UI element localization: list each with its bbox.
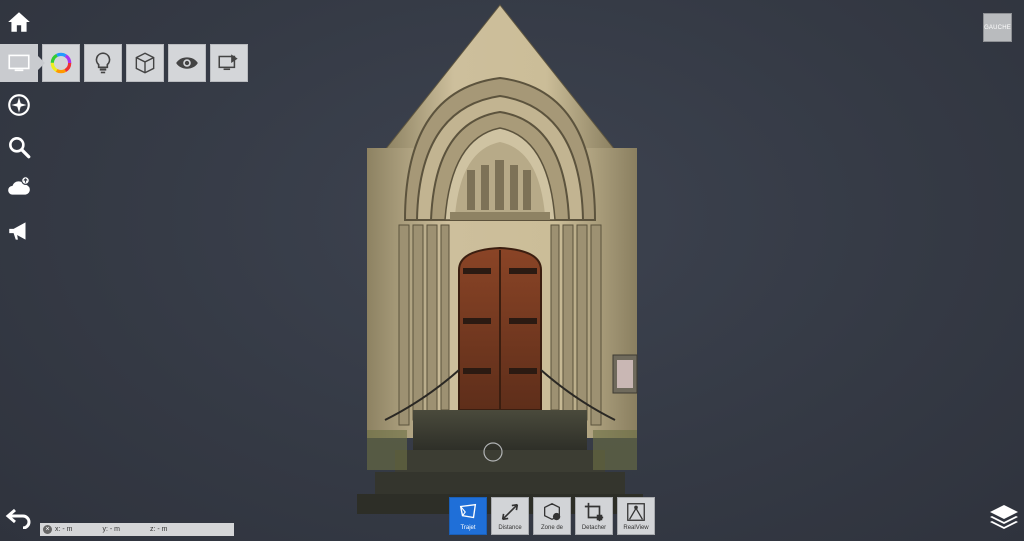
- layers-icon[interactable]: [988, 503, 1020, 529]
- tool-detacher[interactable]: Detacher: [575, 497, 613, 535]
- display-icon: [8, 54, 30, 72]
- tool-label: Zone de: [540, 525, 564, 531]
- tool-label: Detacher: [581, 525, 607, 531]
- tool-label: Distance: [498, 525, 522, 531]
- cloud-upload-button[interactable]: [4, 172, 34, 202]
- back-arrow-icon[interactable]: [5, 505, 33, 529]
- path-icon: [459, 503, 477, 519]
- tool-label: Trajet: [460, 525, 476, 531]
- cube-view-button[interactable]: [126, 44, 164, 82]
- view-orientation-button[interactable]: GAUCHE: [983, 13, 1012, 42]
- coord-y: y: - m: [102, 526, 121, 533]
- lightbulb-icon: [95, 52, 111, 74]
- point-cloud-model[interactable]: [355, 0, 645, 515]
- color-wheel-icon: [50, 52, 72, 74]
- lighting-button[interactable]: [84, 44, 122, 82]
- visibility-button[interactable]: [168, 44, 206, 82]
- screen-export-icon: [218, 54, 238, 71]
- zone-icon: [544, 503, 561, 521]
- display-button[interactable]: [0, 44, 45, 82]
- megaphone-icon: [9, 222, 26, 240]
- display-toolbar: [0, 44, 248, 82]
- tool-zone[interactable]: Zone de: [533, 497, 571, 535]
- home-icon: [8, 12, 30, 32]
- coordinate-readout: × x: - m y: - m z: - m: [40, 523, 234, 536]
- crop-icon: [584, 502, 604, 522]
- close-icon[interactable]: ×: [43, 525, 52, 534]
- screen-export-button[interactable]: [210, 44, 248, 82]
- home-button[interactable]: [4, 7, 34, 37]
- coord-x: x: - m: [55, 526, 73, 533]
- color-mode-button[interactable]: [42, 44, 80, 82]
- tool-realview[interactable]: RealView: [617, 497, 655, 535]
- tool-distance[interactable]: Distance: [491, 497, 529, 535]
- compass-icon: [8, 94, 30, 116]
- search-icon: [9, 137, 31, 159]
- tool-trajet[interactable]: Trajet: [449, 497, 487, 535]
- distance-icon: [501, 503, 519, 521]
- cube-icon: [135, 52, 155, 74]
- search-button[interactable]: [4, 132, 34, 162]
- navigation-button[interactable]: [4, 90, 34, 120]
- cloud-upload-icon: [8, 176, 30, 195]
- tool-label: RealView: [623, 525, 649, 531]
- announce-button[interactable]: [4, 216, 34, 246]
- measurement-toolbar: Trajet Distance Zone de Detacher RealVie…: [449, 497, 659, 535]
- eye-icon: [176, 57, 198, 69]
- coord-z: z: - m: [150, 526, 168, 533]
- realview-icon: [627, 503, 645, 521]
